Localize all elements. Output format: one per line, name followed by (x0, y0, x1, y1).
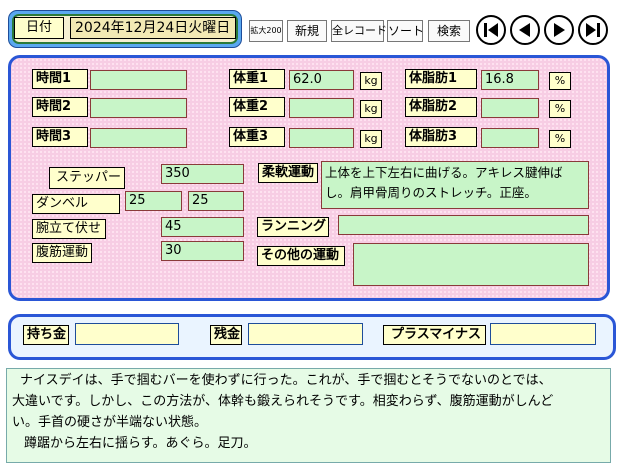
next-record-icon[interactable] (544, 15, 574, 45)
new-record-button[interactable]: 新規 (287, 20, 327, 42)
notes-line-1: ナイスデイは、手で掴むバーを使わずに行った。これが、手で掴むとそうでないのとでは… (20, 373, 552, 388)
cash-label: 持ち金 (23, 325, 69, 345)
running-label: ランニング (257, 217, 329, 237)
dumbbell-field-2[interactable]: 25 (188, 191, 244, 211)
notes-line-3: い。手首の硬さが半端ない状態。 (12, 415, 208, 430)
time1-label: 時間1 (32, 69, 88, 89)
bodyfat2-field[interactable] (481, 98, 539, 118)
situps-field[interactable]: 30 (161, 241, 244, 261)
dumbbell-label: ダンベル (32, 194, 120, 214)
time1-field[interactable] (90, 70, 187, 90)
weight2-field[interactable] (289, 98, 354, 118)
dumbbell-field-1[interactable]: 25 (125, 191, 182, 211)
time3-field[interactable] (90, 128, 187, 148)
other-exercise-field[interactable] (353, 243, 589, 286)
date-label: 日付 (14, 17, 64, 39)
time2-label: 時間2 (32, 97, 88, 117)
weight2-unit: kg (360, 100, 382, 118)
search-button[interactable]: 検索 (428, 20, 470, 42)
plus-minus-label: プラスマイナス (383, 325, 486, 345)
first-record-icon[interactable] (476, 15, 506, 45)
stretching-line-2: し。肩甲骨周りのストレッチ。正座。 (325, 185, 537, 200)
weight3-unit: kg (360, 130, 382, 148)
bodyfat2-unit: % (549, 100, 571, 118)
stepper-field[interactable]: 350 (161, 164, 244, 184)
weight1-label: 体重1 (229, 69, 285, 89)
notes-field[interactable]: ナイスデイは、手で掴むバーを使わずに行った。これが、手で掴むとそうでないのとでは… (6, 368, 611, 463)
pushups-label: 腕立て伏せ (32, 219, 106, 239)
bodyfat3-field[interactable] (481, 128, 539, 148)
bodyfat3-unit: % (549, 130, 571, 148)
pushups-field[interactable]: 45 (161, 217, 244, 237)
last-record-icon[interactable] (578, 15, 608, 45)
date-field[interactable]: 2024年12月24日火曜日 (70, 17, 236, 39)
notes-line-4: 蹲踞から左右に揺らす。あぐら。足刀。 (24, 436, 257, 451)
stretching-label: 柔軟運動 (258, 163, 318, 183)
zoom-button[interactable]: 拡大200 (249, 20, 283, 42)
balance-label: 残金 (210, 325, 242, 345)
bodyfat1-label: 体脂肪1 (405, 69, 477, 89)
sort-button[interactable]: ソート (387, 20, 424, 42)
cash-field[interactable] (75, 323, 179, 345)
other-exercise-label: その他の運動 (257, 246, 345, 266)
weight1-unit: kg (360, 72, 382, 90)
previous-record-icon[interactable] (510, 15, 540, 45)
weight3-label: 体重3 (229, 127, 285, 147)
weight2-label: 体重2 (229, 97, 285, 117)
notes-line-2: 大違いです。しかし、この方法が、体幹も鍛えられそうです。相変わらず、腹筋運動がし… (12, 394, 554, 409)
weight1-field[interactable]: 62.0 (289, 70, 354, 90)
stretching-line-1: 上体を上下左右に曲げる。アキレス腱伸ば (325, 165, 563, 180)
weight3-field[interactable] (289, 128, 354, 148)
bodyfat1-field[interactable]: 16.8 (481, 70, 539, 90)
bodyfat3-label: 体脂肪3 (405, 127, 477, 147)
time3-label: 時間3 (32, 127, 88, 147)
plus-minus-field[interactable] (490, 323, 596, 345)
time2-field[interactable] (90, 98, 187, 118)
all-records-button[interactable]: 全レコード (331, 20, 387, 42)
stepper-label: ステッパー (49, 167, 125, 189)
running-field[interactable] (338, 215, 589, 235)
balance-field[interactable] (248, 323, 363, 345)
bodyfat1-unit: % (549, 72, 571, 90)
bodyfat2-label: 体脂肪2 (405, 97, 477, 117)
situps-label: 腹筋運動 (32, 243, 92, 263)
stretching-field[interactable]: 上体を上下左右に曲げる。アキレス腱伸ば し。肩甲骨周りのストレッチ。正座。 (321, 161, 589, 209)
